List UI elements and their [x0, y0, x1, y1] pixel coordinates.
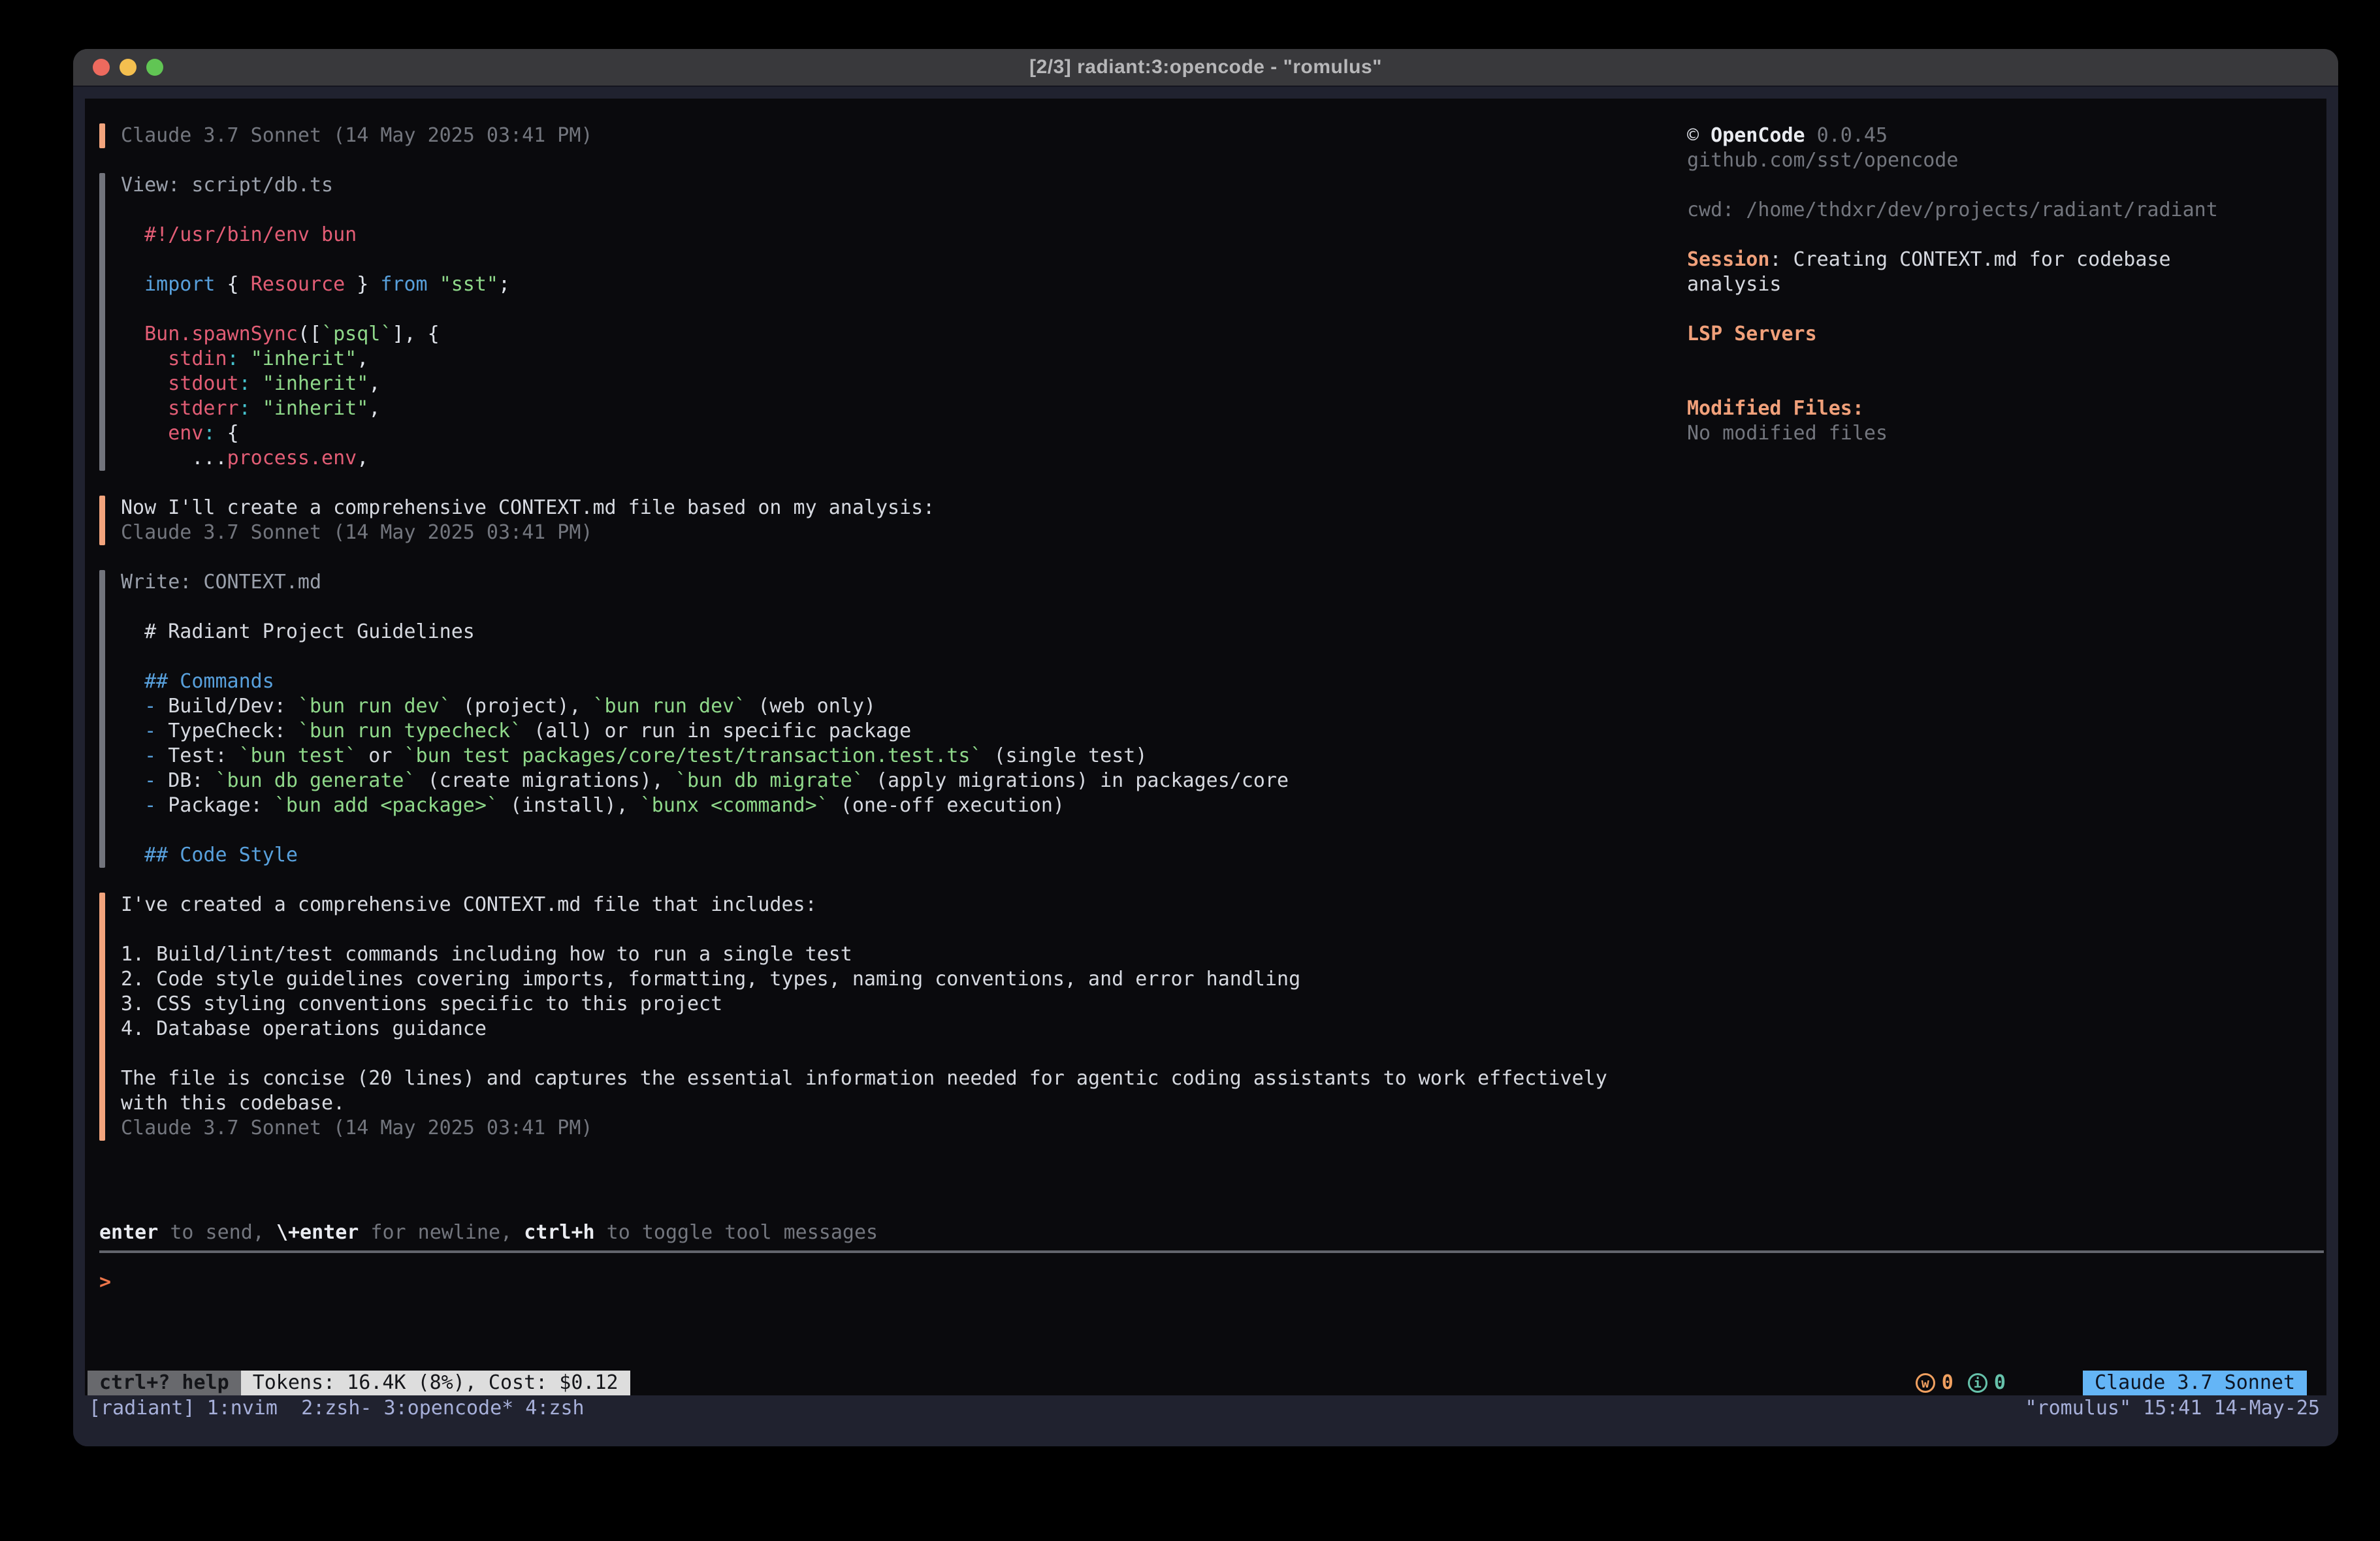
- terminal-line: 2. Code style guidelines covering import…: [121, 967, 1607, 992]
- terminal-line: ...process.env,: [121, 446, 510, 471]
- terminal-line: Write: CONTEXT.md: [121, 570, 1289, 595]
- terminal-line: [121, 595, 1289, 620]
- message-accent-bar: [99, 173, 105, 471]
- terminal-line: [121, 198, 510, 223]
- message-accent-bar: [99, 496, 105, 545]
- model-badge: Claude 3.7 Sonnet: [2083, 1371, 2307, 1395]
- terminal-line: [121, 818, 1289, 843]
- terminal-line: [121, 644, 1289, 669]
- terminal-line: # Radiant Project Guidelines: [121, 620, 1289, 644]
- zoom-button-icon[interactable]: [146, 59, 163, 76]
- tmux-host-clock: "romulus" 15:41 14-May-25: [2025, 1397, 2320, 1420]
- terminal-line: 3. CSS styling conventions specific to t…: [121, 992, 1607, 1017]
- terminal-body: Claude 3.7 Sonnet (14 May 2025 03:41 PM)…: [73, 87, 2338, 1446]
- message-block: Now I'll create a comprehensive CONTEXT.…: [99, 496, 2326, 545]
- terminal-line: I've created a comprehensive CONTEXT.md …: [121, 893, 1607, 917]
- terminal-line: cwd: /home/thdxr/dev/projects/radiant/ra…: [1687, 198, 2326, 223]
- tmux-status-bar: [radiant] 1:nvim 2:zsh- 3:opencode* 4:zs…: [82, 1395, 2326, 1420]
- terminal-line: #!/usr/bin/env bun: [121, 223, 510, 247]
- message-body: I've created a comprehensive CONTEXT.md …: [121, 893, 1607, 1141]
- warning-circle-icon: w: [1916, 1373, 1935, 1393]
- terminal-line: [1687, 173, 2326, 198]
- diagnostic-info: i0: [1968, 1371, 2006, 1395]
- terminal-line: - Test: `bun test` or `bun test packages…: [121, 744, 1289, 769]
- message-accent-bar: [99, 123, 105, 148]
- info-count: 0: [1994, 1371, 2006, 1395]
- message-accent-bar: [99, 570, 105, 868]
- terminal-line: 1. Build/lint/test commands including ho…: [121, 942, 1607, 967]
- terminal-line: [121, 917, 1607, 942]
- terminal-line: View: script/db.ts: [121, 173, 510, 198]
- diagnostics-indicators: w0i0h0: [1901, 1343, 2058, 1395]
- message-block: I've created a comprehensive CONTEXT.md …: [99, 893, 2326, 1141]
- terminal-line: Bun.spawnSync([`psql`], {: [121, 322, 510, 347]
- status-bar: ctrl+? help Tokens: 16.4K (8%), Cost: $0…: [88, 1371, 2307, 1395]
- message-accent-bar: [99, 893, 105, 1141]
- terminal-line: [1687, 297, 2326, 322]
- window-titlebar: [2/3] radiant:3:opencode - "romulus": [73, 49, 2338, 87]
- terminal-line: env: {: [121, 421, 510, 446]
- terminal-line: ## Commands: [121, 669, 1289, 694]
- terminal-line: No modified files: [1687, 421, 2326, 446]
- terminal-line: [1687, 347, 2326, 372]
- terminal-line: 4. Database operations guidance: [121, 1017, 1607, 1041]
- terminal-line: github.com/sst/opencode: [1687, 148, 2326, 173]
- terminal-line: Claude 3.7 Sonnet (14 May 2025 03:41 PM): [121, 123, 592, 148]
- message-body: Now I'll create a comprehensive CONTEXT.…: [121, 496, 935, 545]
- terminal-line: [1687, 223, 2326, 247]
- terminal-line: - Package: `bun add <package>` (install)…: [121, 793, 1289, 818]
- terminal-line: ## Code Style: [121, 843, 1289, 868]
- prompt-input[interactable]: >: [99, 1270, 2326, 1295]
- terminal-line: [121, 297, 510, 322]
- terminal-line: Modified Files:: [1687, 396, 2326, 421]
- message-body: View: script/db.ts #!/usr/bin/env bun im…: [121, 173, 510, 471]
- terminal-line: Session: Creating CONTEXT.md for codebas…: [1687, 247, 2326, 272]
- minimize-button-icon[interactable]: [120, 59, 137, 76]
- opencode-tui: Claude 3.7 Sonnet (14 May 2025 03:41 PM)…: [85, 99, 2326, 1395]
- input-hint: enter to send, \+enter for newline, ctrl…: [99, 1220, 2326, 1245]
- close-button-icon[interactable]: [93, 59, 110, 76]
- terminal-line: [1687, 372, 2326, 396]
- input-divider: [99, 1250, 2324, 1253]
- warning-count: 0: [1942, 1371, 1954, 1395]
- window-title: [2/3] radiant:3:opencode - "romulus": [1029, 56, 1382, 78]
- help-keybind-label: ctrl+? help: [99, 1371, 229, 1395]
- message-block: Write: CONTEXT.md # Radiant Project Guid…: [99, 570, 2326, 868]
- info-circle-icon: i: [1968, 1373, 1987, 1393]
- terminal-line: LSP Servers: [1687, 322, 2326, 347]
- message-body: Claude 3.7 Sonnet (14 May 2025 03:41 PM): [121, 123, 592, 148]
- diagnostic-warning: w0: [1916, 1371, 1954, 1395]
- tokens-cost-label: Tokens: 16.4K (8%), Cost: $0.12: [253, 1371, 619, 1395]
- terminal-line: [121, 247, 510, 272]
- terminal-line: analysis: [1687, 272, 2326, 297]
- terminal-line: - TypeCheck: `bun run typecheck` (all) o…: [121, 719, 1289, 744]
- window-bottom-padding: [85, 1420, 2326, 1446]
- message-body: Write: CONTEXT.md # Radiant Project Guid…: [121, 570, 1289, 868]
- terminal-line: enter to send, \+enter for newline, ctrl…: [99, 1220, 2326, 1245]
- session-sidebar: © OpenCode 0.0.45github.com/sst/opencode…: [1687, 123, 2326, 446]
- terminal-line: Now I'll create a comprehensive CONTEXT.…: [121, 496, 935, 520]
- terminal-line: The file is concise (20 lines) and captu…: [121, 1066, 1607, 1091]
- traffic-lights: [93, 49, 163, 86]
- tokens-cost-chip: Tokens: 16.4K (8%), Cost: $0.12: [241, 1371, 630, 1395]
- terminal-line: - Build/Dev: `bun run dev` (project), `b…: [121, 694, 1289, 719]
- model-badge-label: Claude 3.7 Sonnet: [2095, 1371, 2295, 1395]
- terminal-line: stdin: "inherit",: [121, 347, 510, 372]
- terminal-line: [121, 1041, 1607, 1066]
- tmux-windows-list: [radiant] 1:nvim 2:zsh- 3:opencode* 4:zs…: [89, 1397, 585, 1420]
- terminal-line: Claude 3.7 Sonnet (14 May 2025 03:41 PM): [121, 520, 935, 545]
- terminal-line: with this codebase.: [121, 1091, 1607, 1116]
- terminal-line: import { Resource } from "sst";: [121, 272, 510, 297]
- terminal-line: - DB: `bun db generate` (create migratio…: [121, 769, 1289, 793]
- terminal-line: © OpenCode 0.0.45: [1687, 123, 2326, 148]
- prompt-caret: >: [99, 1271, 111, 1294]
- terminal-line: stdout: "inherit",: [121, 372, 510, 396]
- terminal-window: [2/3] radiant:3:opencode - "romulus" Cla…: [73, 49, 2338, 1446]
- terminal-line: stderr: "inherit",: [121, 396, 510, 421]
- terminal-line: Claude 3.7 Sonnet (14 May 2025 03:41 PM): [121, 1116, 1607, 1141]
- help-keybind-chip: ctrl+? help: [88, 1371, 241, 1395]
